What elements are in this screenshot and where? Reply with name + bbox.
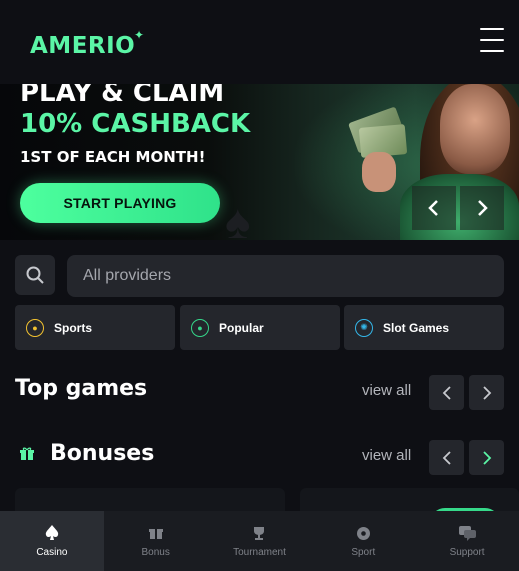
nav-tab-sport[interactable]: Sport — [311, 511, 415, 571]
category-slot-games[interactable]: ✺ Slot Games — [344, 305, 504, 350]
bottom-navigation: Casino Bonus Tournament Sport Support — [0, 511, 519, 571]
nav-tab-label: Bonus — [141, 547, 170, 558]
promo-banner[interactable]: ♠ PLAY & CLAIM 10% CASHBACK 1ST OF EACH … — [0, 84, 519, 240]
chevron-right-icon — [482, 450, 491, 465]
nav-tab-casino[interactable]: Casino — [0, 511, 104, 571]
search-icon — [26, 266, 44, 284]
slots-icon: ✺ — [355, 318, 373, 337]
nav-tab-bonus[interactable]: Bonus — [104, 511, 208, 571]
chevron-left-icon — [428, 200, 438, 216]
bonuses-next-button[interactable] — [469, 440, 504, 475]
logo[interactable]: AMERIO — [30, 33, 135, 59]
hamburger-icon[interactable] — [480, 28, 504, 54]
category-popular[interactable]: ● Popular — [180, 305, 340, 350]
top-games-prev-button[interactable] — [429, 375, 464, 410]
chevron-right-icon — [482, 385, 491, 400]
category-sports[interactable]: ● Sports — [15, 305, 175, 350]
popular-user-icon: ● — [191, 318, 209, 337]
nav-tab-support[interactable]: Support — [415, 511, 519, 571]
banner-highlight: 10% CASHBACK — [20, 109, 251, 139]
gift-icon — [148, 524, 163, 542]
nav-tab-tournament[interactable]: Tournament — [208, 511, 312, 571]
banner-title: PLAY & CLAIM — [20, 84, 225, 108]
category-label: Slot Games — [383, 320, 450, 335]
top-games-title: Top games — [15, 376, 148, 401]
chevron-right-icon — [478, 200, 488, 216]
spade-icon — [45, 524, 59, 542]
banner-prev-button[interactable] — [412, 186, 456, 230]
banner-hand — [362, 152, 396, 192]
nav-tab-label: Casino — [36, 547, 68, 558]
top-games-view-all-link[interactable]: view all — [362, 382, 411, 399]
bonuses-view-all-link[interactable]: view all — [362, 447, 411, 464]
start-playing-button[interactable]: START PLAYING — [20, 183, 220, 223]
bonuses-title: Bonuses — [50, 441, 155, 466]
nav-tab-label: Tournament — [233, 547, 286, 558]
chevron-left-icon — [442, 385, 451, 400]
header: AMERIO ✦ — [0, 0, 519, 84]
nav-tab-label: Support — [449, 547, 485, 558]
banner-next-button[interactable] — [460, 186, 504, 230]
sparkle-icon: ✦ — [134, 28, 145, 42]
providers-select[interactable]: All providers — [67, 255, 504, 297]
bonuses-prev-button[interactable] — [429, 440, 464, 475]
chat-icon — [458, 524, 476, 542]
nav-tab-label: Sport — [351, 547, 376, 558]
ball-icon — [356, 524, 371, 542]
chevron-left-icon — [442, 450, 451, 465]
category-label: Popular — [219, 320, 264, 335]
banner-model-face — [440, 84, 510, 174]
category-label: Sports — [54, 320, 93, 335]
top-games-next-button[interactable] — [469, 375, 504, 410]
trophy-icon — [251, 524, 267, 542]
search-button[interactable] — [15, 255, 55, 295]
gift-icon — [20, 447, 34, 466]
soccer-ball-icon: ● — [26, 318, 44, 337]
spade-decoration-icon: ♠ — [225, 196, 251, 241]
banner-subtitle: 1ST OF EACH MONTH! — [20, 148, 206, 166]
